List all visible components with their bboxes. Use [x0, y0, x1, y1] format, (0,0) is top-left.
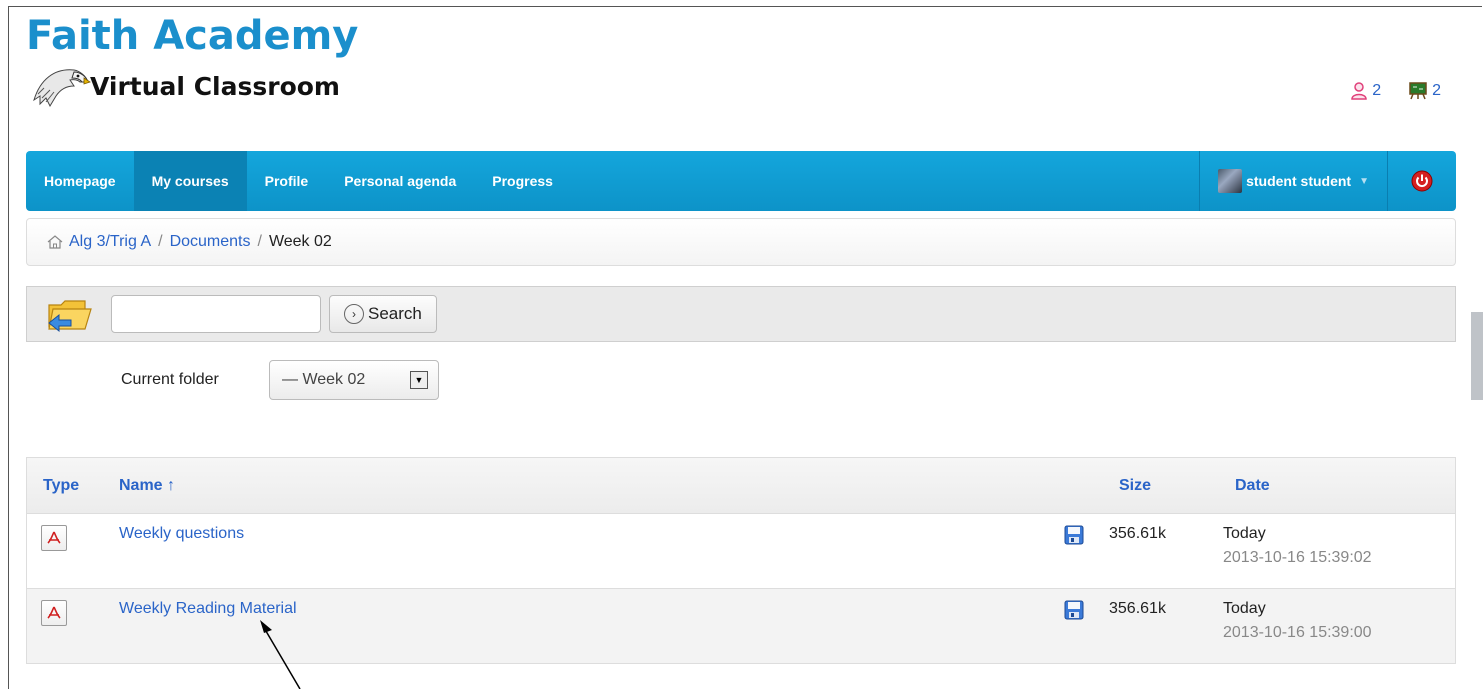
annotation-arrow-icon: [260, 620, 301, 689]
